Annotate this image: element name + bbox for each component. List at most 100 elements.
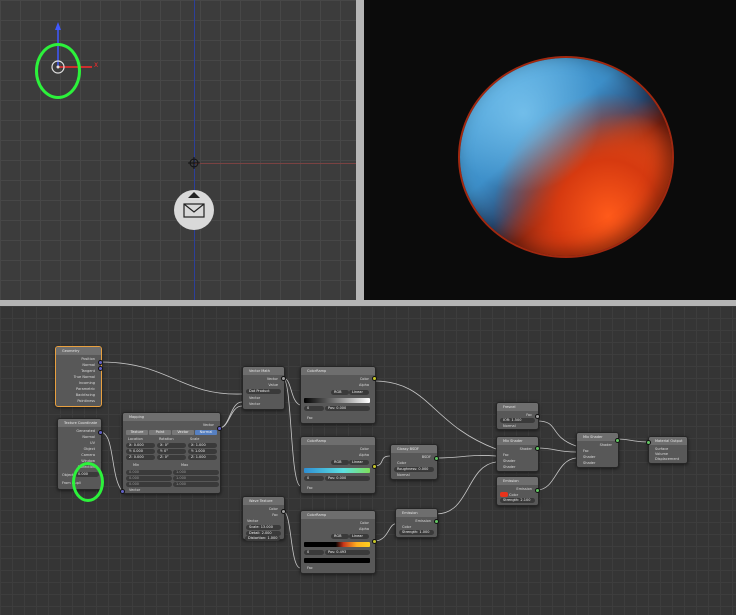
mapping-rot-z[interactable]: Z: 0° [157, 455, 186, 460]
ramp2-interp-select[interactable]: Linear [349, 460, 369, 465]
mapping-loc-y[interactable]: Y: 0.000 [126, 449, 155, 454]
socket[interactable] [615, 438, 620, 443]
texcoord-out-uv: UV [90, 441, 95, 445]
node-emission-2[interactable]: Emission Emission Color Strength: 2.100 [496, 476, 539, 506]
socket[interactable] [535, 446, 540, 451]
ramp2-active-stop[interactable]: 0 [304, 476, 324, 481]
ramp3-interp-select[interactable]: Linear [349, 534, 369, 539]
node-mix-shader-1[interactable]: Mix Shader Shader Fac Shader Shader [496, 436, 539, 472]
mapping-max-x[interactable]: 1.000 [173, 470, 219, 475]
socket[interactable] [372, 376, 377, 381]
socket[interactable] [217, 426, 222, 431]
mapping-rot-y[interactable]: Y: 0° [157, 449, 186, 454]
ramp1-position-field[interactable]: Pos: 0.000 [325, 406, 370, 411]
mapping-loc-z[interactable]: Z: 0.000 [126, 455, 155, 460]
ramp2-gradient[interactable] [304, 468, 370, 473]
node-colorramp-3[interactable]: ColorRamp Color Alpha RGB Linear 0 Pos: … [300, 510, 376, 574]
glossy-roughness-field[interactable]: Roughness: 0.000 [394, 467, 434, 472]
ramp1-gradient[interactable] [304, 398, 370, 403]
mapping-min-x[interactable]: 0.000 [126, 470, 172, 475]
mix1-in-fac: Fac [503, 453, 509, 457]
socket[interactable] [535, 414, 540, 419]
socket[interactable] [98, 360, 103, 365]
output-in-volume: Volume [655, 452, 669, 456]
mapping-max-checkbox[interactable]: Max [181, 463, 188, 467]
mapping-max-z[interactable]: 1.000 [173, 482, 219, 487]
socket[interactable] [281, 376, 286, 381]
emission1-strength-field[interactable]: Strength: 1.000 [399, 530, 434, 535]
mix1-in-shader-2: Shader [503, 465, 516, 469]
node-mix2-title: Mix Shader [577, 433, 618, 441]
socket[interactable] [98, 430, 103, 435]
mapping-min-z[interactable]: 0.000 [126, 482, 172, 487]
socket[interactable] [372, 464, 377, 469]
geometry-out-true-normal: True Normal [73, 375, 95, 379]
wave-distortion-field[interactable]: Distortion: 1.000 [245, 536, 280, 541]
socket[interactable] [98, 366, 103, 371]
socket[interactable] [372, 539, 377, 544]
gizmo-z-head[interactable] [55, 22, 61, 30]
mapping-min-checkbox[interactable]: Min [133, 463, 139, 467]
mix1-out-shader: Shader [519, 447, 532, 451]
node-geometry-title: Geometry [56, 347, 101, 355]
socket[interactable] [434, 456, 439, 461]
node-material-output[interactable]: Material Output Surface Volume Displacem… [648, 436, 688, 464]
ramp1-active-stop[interactable]: 0 [304, 406, 324, 411]
texcoord-out-generated: Generated [76, 429, 95, 433]
mapping-tab-vector[interactable]: Vector [172, 430, 194, 435]
mapping-tab-normal[interactable]: Normal [195, 430, 217, 435]
node-texcoord-title: Texture Coordinate [58, 419, 101, 427]
geometry-out-incoming: Incoming [78, 381, 95, 385]
node-fresnel[interactable]: Fresnel Fac IOR: 1.500 Normal [496, 402, 539, 430]
ramp3-gradient[interactable] [304, 542, 370, 547]
node-geometry[interactable]: Geometry Position Normal Tangent True No… [55, 346, 102, 407]
node-colorramp-1[interactable]: ColorRamp Color Alpha RGB Linear 0 Pos: … [300, 366, 376, 424]
socket[interactable] [434, 519, 439, 524]
mapping-scale-z[interactable]: Z: 1.000 [188, 455, 217, 460]
emission2-strength-field[interactable]: Strength: 2.100 [500, 498, 535, 503]
mapping-max-y[interactable]: 1.000 [173, 476, 219, 481]
socket[interactable] [535, 488, 540, 493]
node-glossy-title: Glossy BSDF [391, 445, 437, 453]
node-colorramp-2[interactable]: ColorRamp Color Alpha RGB Linear 0 Pos: … [300, 436, 376, 494]
glossy-out-bsdf: BSDF [421, 455, 431, 459]
node-vector-math[interactable]: Vector Math Vector Value Dot Product Vec… [242, 366, 285, 410]
node-mix-shader-2[interactable]: Mix Shader Shader Fac Shader Shader [576, 432, 619, 468]
socket[interactable] [120, 489, 125, 494]
node-wave-texture[interactable]: Wave Texture Color Fac Vector Scale: 13.… [242, 496, 285, 540]
mapping-loc-x[interactable]: X: 0.000 [126, 443, 155, 448]
mapping-min-y[interactable]: 0.000 [126, 476, 172, 481]
mapping-tab-texture[interactable]: Texture [126, 430, 148, 435]
emission2-color-swatch[interactable] [500, 492, 508, 497]
emission1-out: Emission [415, 519, 431, 523]
ramp3-mode-select[interactable]: RGB [331, 534, 349, 539]
vectormath-operation-select[interactable]: Dot Product [246, 389, 281, 394]
mapping-scale-x[interactable]: X: 1.000 [188, 443, 217, 448]
wave-scale-field[interactable]: Scale: 13.000 [246, 525, 281, 530]
socket[interactable] [281, 509, 286, 514]
ramp3-out-alpha: Alpha [359, 527, 369, 531]
node-emission-1[interactable]: Emission Emission Color Strength: 1.000 [395, 508, 438, 538]
ramp1-mode-select[interactable]: RGB [331, 390, 349, 395]
node-mapping[interactable]: Mapping Vector Texture Point Vector Norm… [122, 412, 221, 494]
ramp1-out-alpha: Alpha [359, 383, 369, 387]
mix2-in-shader-2: Shader [583, 461, 596, 465]
mapping-out-vector: Vector [202, 423, 214, 427]
ramp3-position-field[interactable]: Pos: 0.493 [325, 550, 370, 555]
mapping-tab-point[interactable]: Point [149, 430, 171, 435]
node-glossy-bsdf[interactable]: Glossy BSDF BSDF Color Roughness: 0.000 … [390, 444, 438, 480]
node-editor[interactable]: Geometry Position Normal Tangent True No… [0, 306, 736, 615]
fresnel-ior-field[interactable]: IOR: 1.500 [500, 418, 535, 423]
3d-viewport[interactable]: X [0, 0, 356, 300]
socket[interactable] [646, 440, 651, 445]
wave-out-color: Color [268, 507, 278, 511]
ramp3-active-stop[interactable]: 0 [304, 550, 324, 555]
mapping-rot-x[interactable]: X: 0° [157, 443, 186, 448]
ramp1-interp-select[interactable]: Linear [349, 390, 369, 395]
mapping-scale-y[interactable]: Y: 1.000 [188, 449, 217, 454]
mapping-col-rotation: Rotation [159, 437, 174, 441]
ramp2-position-field[interactable]: Pos: 0.000 [325, 476, 370, 481]
ramp3-color-swatch[interactable] [304, 558, 370, 563]
ramp2-mode-select[interactable]: RGB [331, 460, 349, 465]
annotation-circle-lamp [35, 43, 81, 99]
